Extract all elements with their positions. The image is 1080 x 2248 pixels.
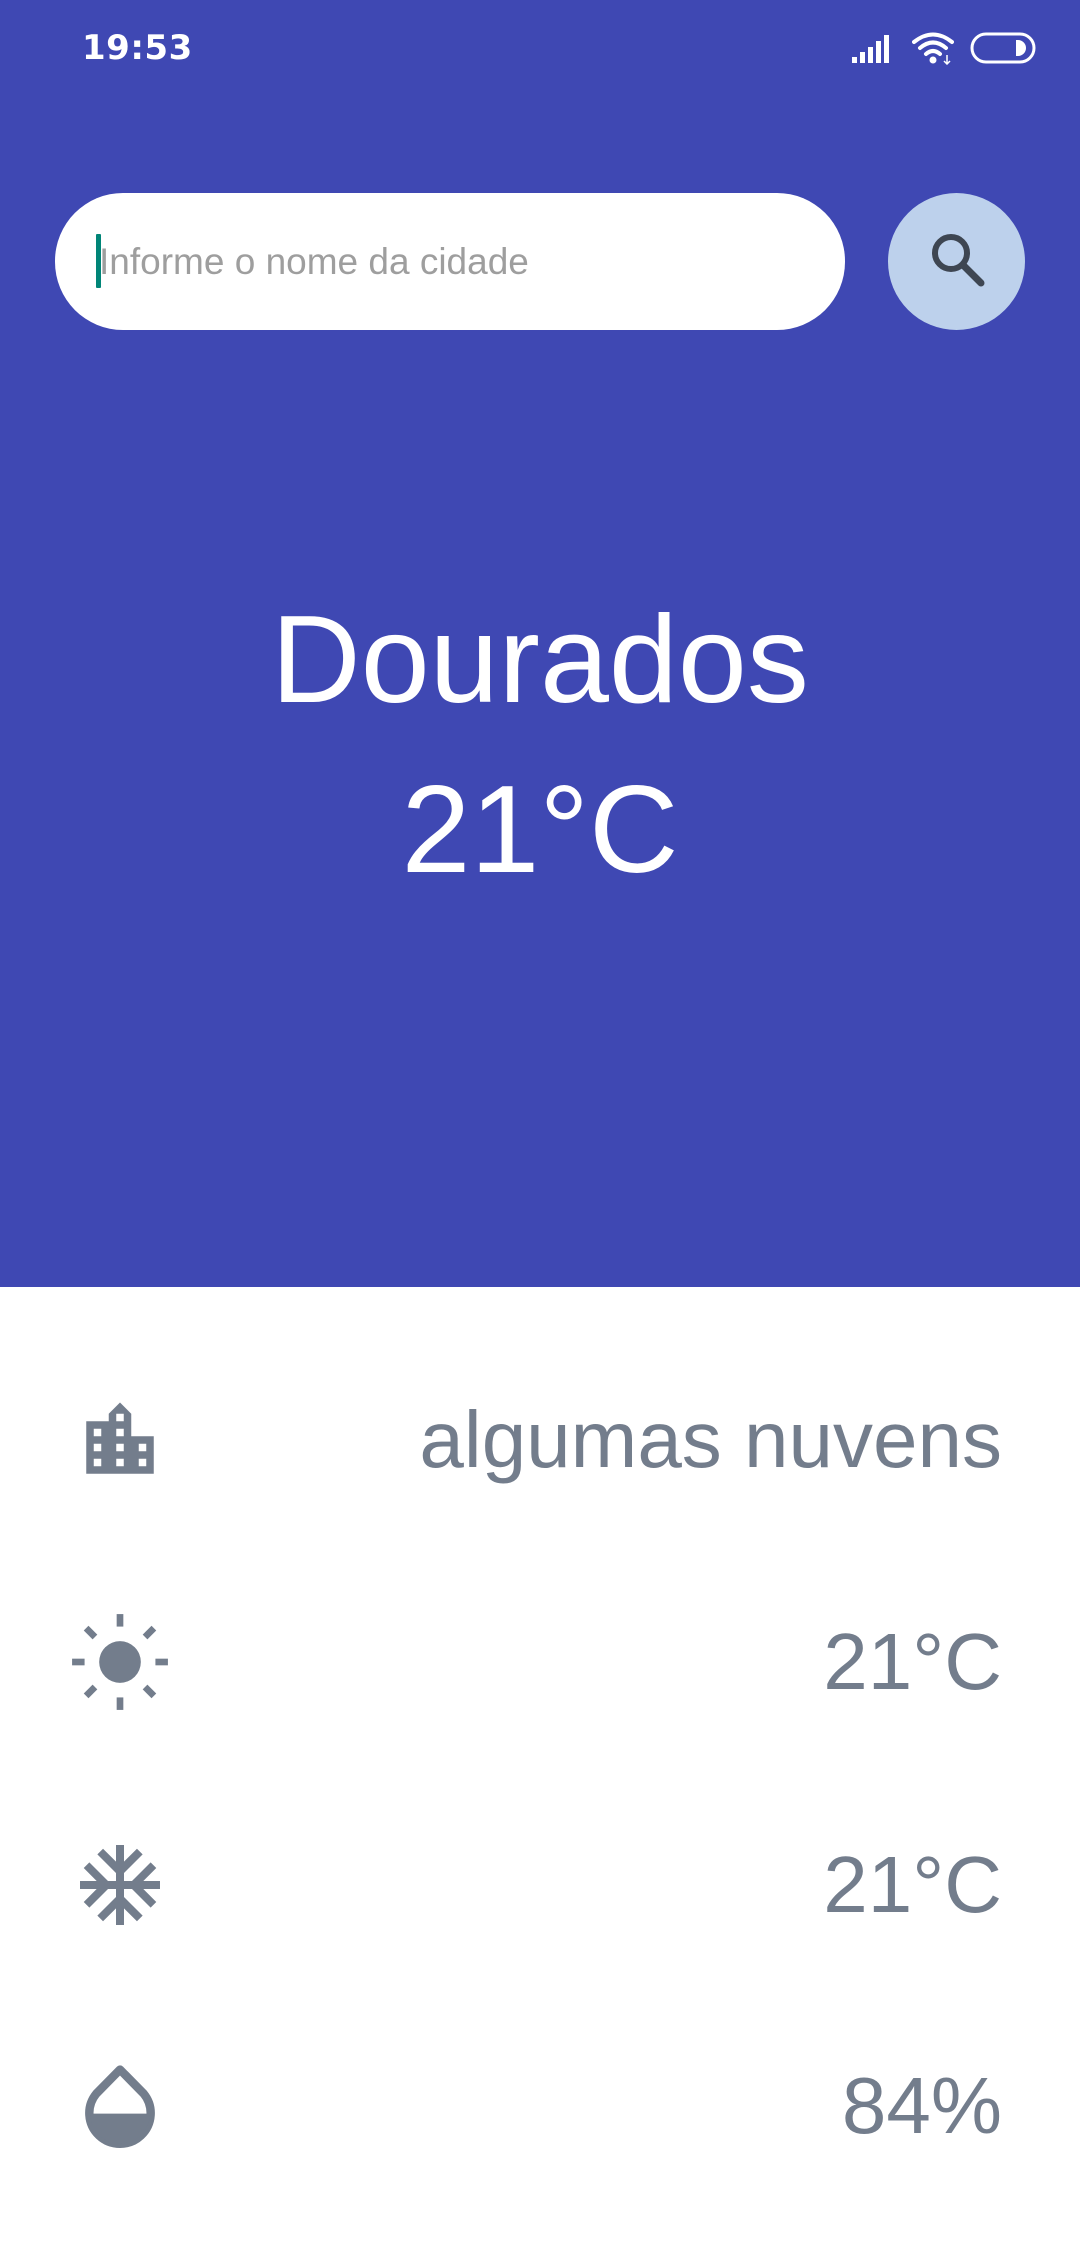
water-drop-icon bbox=[70, 2056, 170, 2156]
status-icons bbox=[852, 30, 1038, 66]
signal-icon bbox=[852, 33, 896, 63]
text-caret bbox=[96, 234, 101, 288]
city-search-input[interactable] bbox=[55, 193, 845, 330]
description-row: algumas nuvens bbox=[0, 1365, 1080, 1515]
humidity-row: 84% bbox=[0, 2031, 1080, 2181]
max-temperature-row: 21°C bbox=[0, 1587, 1080, 1737]
min-temperature: 21°C bbox=[823, 1840, 1002, 1929]
battery-icon bbox=[970, 32, 1038, 64]
status-bar: 19:53 bbox=[0, 0, 1080, 96]
weather-description: algumas nuvens bbox=[419, 1395, 1002, 1484]
status-time: 19:53 bbox=[82, 28, 193, 68]
search-button[interactable] bbox=[888, 193, 1025, 330]
current-temperature: 21°C bbox=[401, 761, 679, 899]
city-icon bbox=[70, 1390, 170, 1490]
sun-icon bbox=[70, 1612, 170, 1712]
snowflake-icon bbox=[70, 1835, 170, 1935]
header-panel: 19:53 Informe o nome da cidade Dourados … bbox=[0, 0, 1080, 1287]
max-temperature: 21°C bbox=[823, 1617, 1002, 1706]
humidity-value: 84% bbox=[841, 2061, 1002, 2150]
min-temperature-row: 21°C bbox=[0, 1810, 1080, 1960]
city-name: Dourados bbox=[271, 591, 809, 729]
search-icon bbox=[925, 227, 989, 296]
wifi-icon bbox=[912, 31, 954, 65]
search-row bbox=[55, 193, 1025, 330]
